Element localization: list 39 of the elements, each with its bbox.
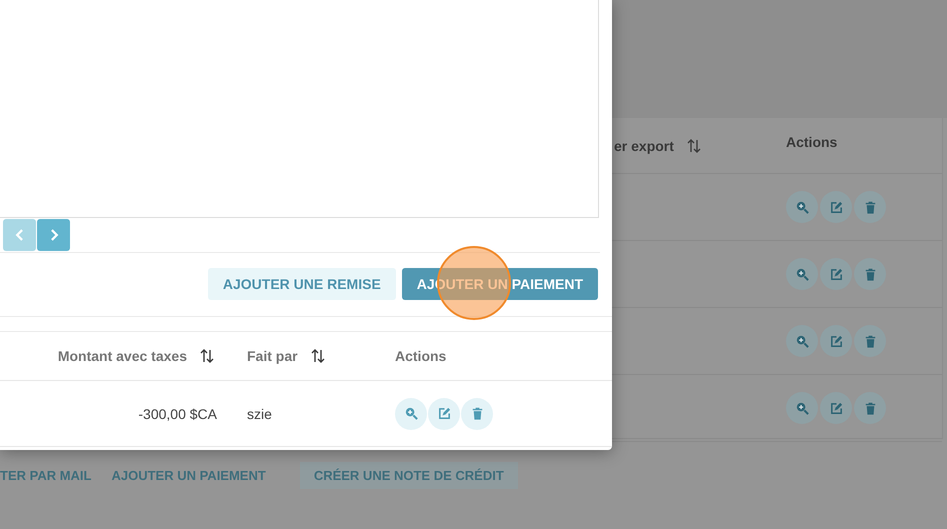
action-button[interactable] (395, 398, 427, 430)
column-header: er export (614, 138, 674, 154)
column-header: Actions (786, 134, 838, 150)
table-cell: szie (247, 406, 272, 422)
edit-icon (828, 200, 844, 214)
action-button[interactable] (786, 325, 818, 357)
action-button[interactable] (854, 325, 886, 357)
action-button[interactable] (820, 258, 852, 290)
column-header: Fait par (247, 348, 298, 364)
footer-button[interactable]: CRÉER UNE NOTE DE CRÉDIT (300, 462, 518, 488)
action-button[interactable] (786, 392, 818, 424)
action-button[interactable] (786, 258, 818, 290)
add-discount-button[interactable]: AJOUTER UNE REMISE (208, 268, 396, 300)
edit-icon (828, 400, 844, 416)
action-button[interactable] (854, 392, 886, 424)
action-button[interactable] (820, 392, 852, 424)
zoom-in-icon (794, 334, 810, 348)
zoom-in-icon (794, 400, 810, 416)
action-button[interactable] (786, 191, 818, 223)
table-cell: -300,00 $CA (138, 406, 217, 422)
zoom-in-icon (794, 200, 810, 214)
action-button[interactable] (428, 398, 460, 430)
action-button[interactable] (820, 325, 852, 357)
zoom-in-icon (404, 406, 418, 421)
column-header: Montant avec taxes (58, 348, 187, 364)
edit-icon (436, 406, 452, 421)
next-page-button[interactable] (37, 219, 70, 251)
action-button[interactable] (854, 191, 886, 223)
action-button[interactable] (854, 258, 886, 290)
sort-icon[interactable] (310, 348, 326, 364)
action-button[interactable] (461, 398, 493, 430)
edit-icon (828, 334, 844, 348)
sort-icon[interactable] (199, 348, 215, 364)
action-button[interactable] (820, 191, 852, 223)
footer-button[interactable]: TER PAR MAIL (0, 462, 92, 488)
edit-icon (828, 266, 844, 282)
column-header: Actions (395, 348, 446, 364)
zoom-in-icon (794, 266, 810, 282)
footer-button[interactable]: AJOUTER UN PAIEMENT (111, 462, 266, 488)
